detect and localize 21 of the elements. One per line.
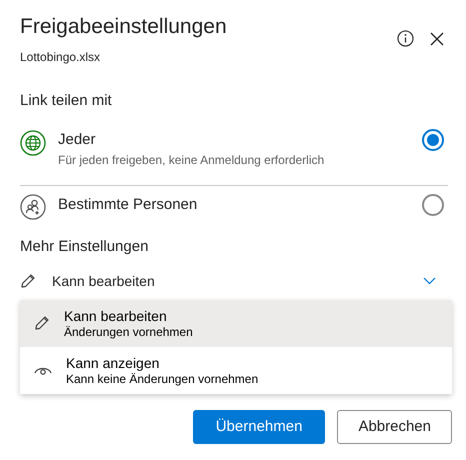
option-description: Für jeden freigeben, keine Anmeldung erforderlich (58, 152, 326, 169)
pencil-icon (20, 273, 36, 289)
chevron-down-icon (423, 277, 436, 285)
cancel-button[interactable]: Abbrechen (337, 410, 452, 444)
option-label: Jeder (58, 130, 97, 150)
option-label: Bestimmte Personen (58, 195, 198, 215)
radio-button[interactable] (422, 128, 444, 150)
people-icon (20, 194, 46, 220)
file-name: Lottobingo.xlsx (20, 49, 102, 66)
dialog-title: Freigabeeinstellungen (20, 14, 227, 40)
pencil-icon (34, 315, 50, 331)
menu-item[interactable]: Kann anzeigen Kann keine Änderungen vornehmen (20, 346, 452, 394)
section-heading: Mehr Einstellungen (20, 237, 150, 257)
globe-icon (20, 130, 46, 156)
menu-item[interactable]: Kann bearbeiten Änderungen vornehmen (20, 300, 452, 346)
permission-dropdown[interactable]: Kann bearbeiten (20, 266, 452, 296)
apply-button[interactable]: Übernehmen (192, 410, 326, 444)
radio-button[interactable] (422, 194, 444, 216)
section-heading: Link teilen mit (20, 91, 113, 111)
info-icon[interactable] (397, 30, 414, 47)
close-icon[interactable] (430, 32, 444, 46)
